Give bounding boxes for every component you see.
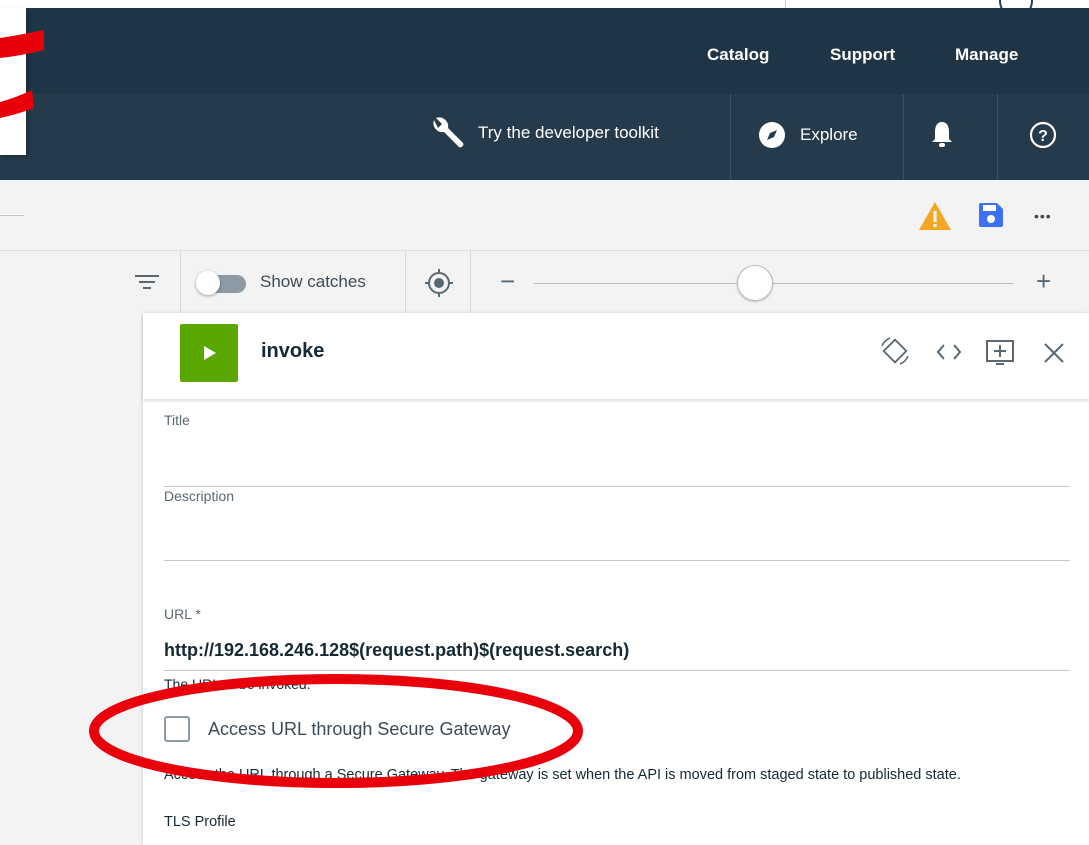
annotation-stroke — [0, 90, 34, 118]
annotation-stroke — [0, 30, 44, 58]
annotation-overlay — [0, 30, 583, 788]
annotation-ellipse — [89, 674, 583, 788]
